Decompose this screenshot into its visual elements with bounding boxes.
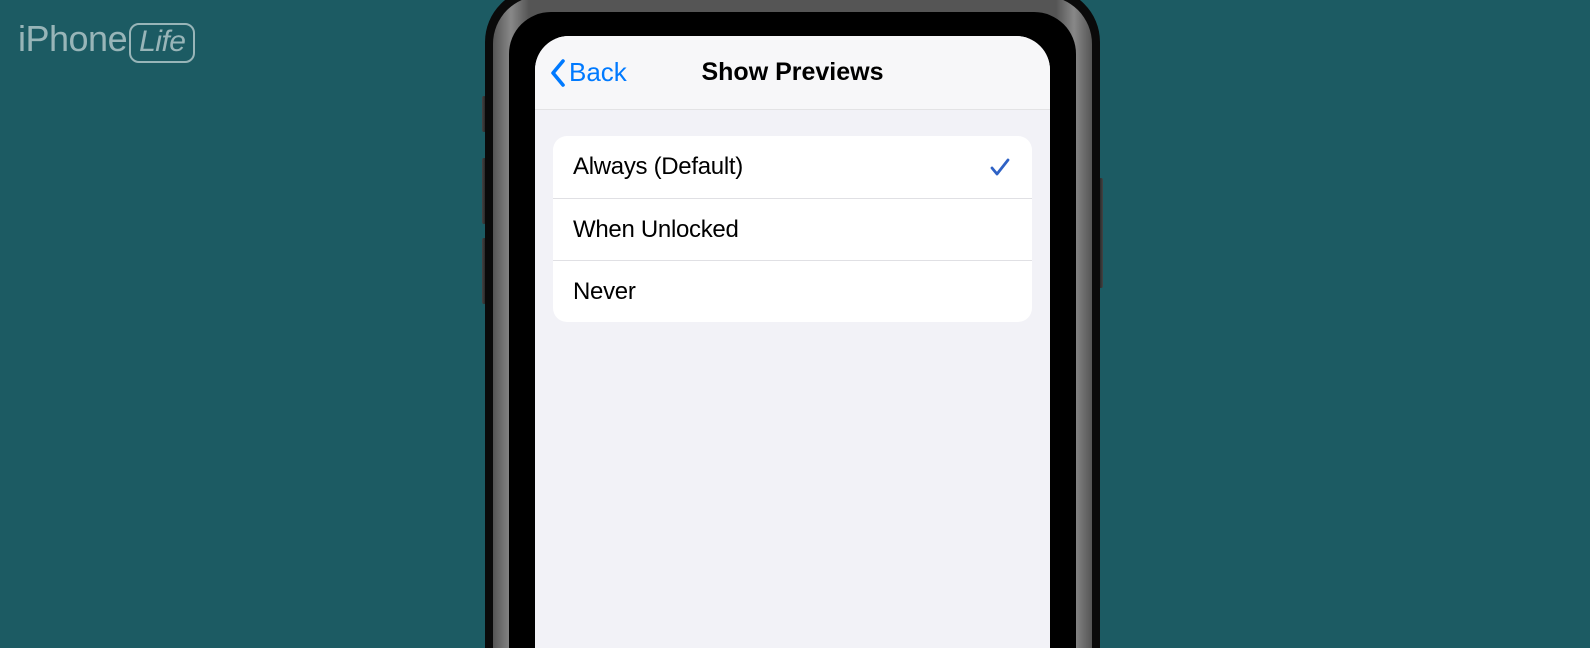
page-title: Show Previews: [701, 58, 883, 87]
phone-frame-outer: Back Show Previews Always (Default): [485, 0, 1100, 648]
watermark-brand-life: Life: [129, 23, 195, 63]
phone-frame-inner: Back Show Previews Always (Default): [509, 12, 1076, 648]
phone-mockup: Back Show Previews Always (Default): [485, 0, 1100, 648]
watermark-logo: iPhoneLife: [18, 18, 195, 63]
option-always[interactable]: Always (Default): [553, 136, 1032, 198]
options-list: Always (Default) When Unlocked: [553, 136, 1032, 322]
watermark-brand-i: i: [18, 18, 26, 60]
option-label: Never: [573, 278, 636, 306]
watermark-brand-phone: Phone: [26, 18, 128, 60]
option-label: When Unlocked: [573, 216, 739, 244]
back-button[interactable]: Back: [549, 36, 627, 109]
option-never[interactable]: Never: [553, 260, 1032, 322]
chevron-left-icon: [549, 58, 567, 88]
option-when-unlocked[interactable]: When Unlocked: [553, 198, 1032, 260]
phone-frame-mid: Back Show Previews Always (Default): [493, 0, 1092, 648]
back-label: Back: [569, 57, 627, 88]
option-label: Always (Default): [573, 153, 743, 181]
checkmark-icon: [988, 155, 1012, 179]
phone-screen: Back Show Previews Always (Default): [535, 36, 1050, 648]
content-area: Always (Default) When Unlocked: [535, 110, 1050, 322]
navigation-bar: Back Show Previews: [535, 36, 1050, 110]
